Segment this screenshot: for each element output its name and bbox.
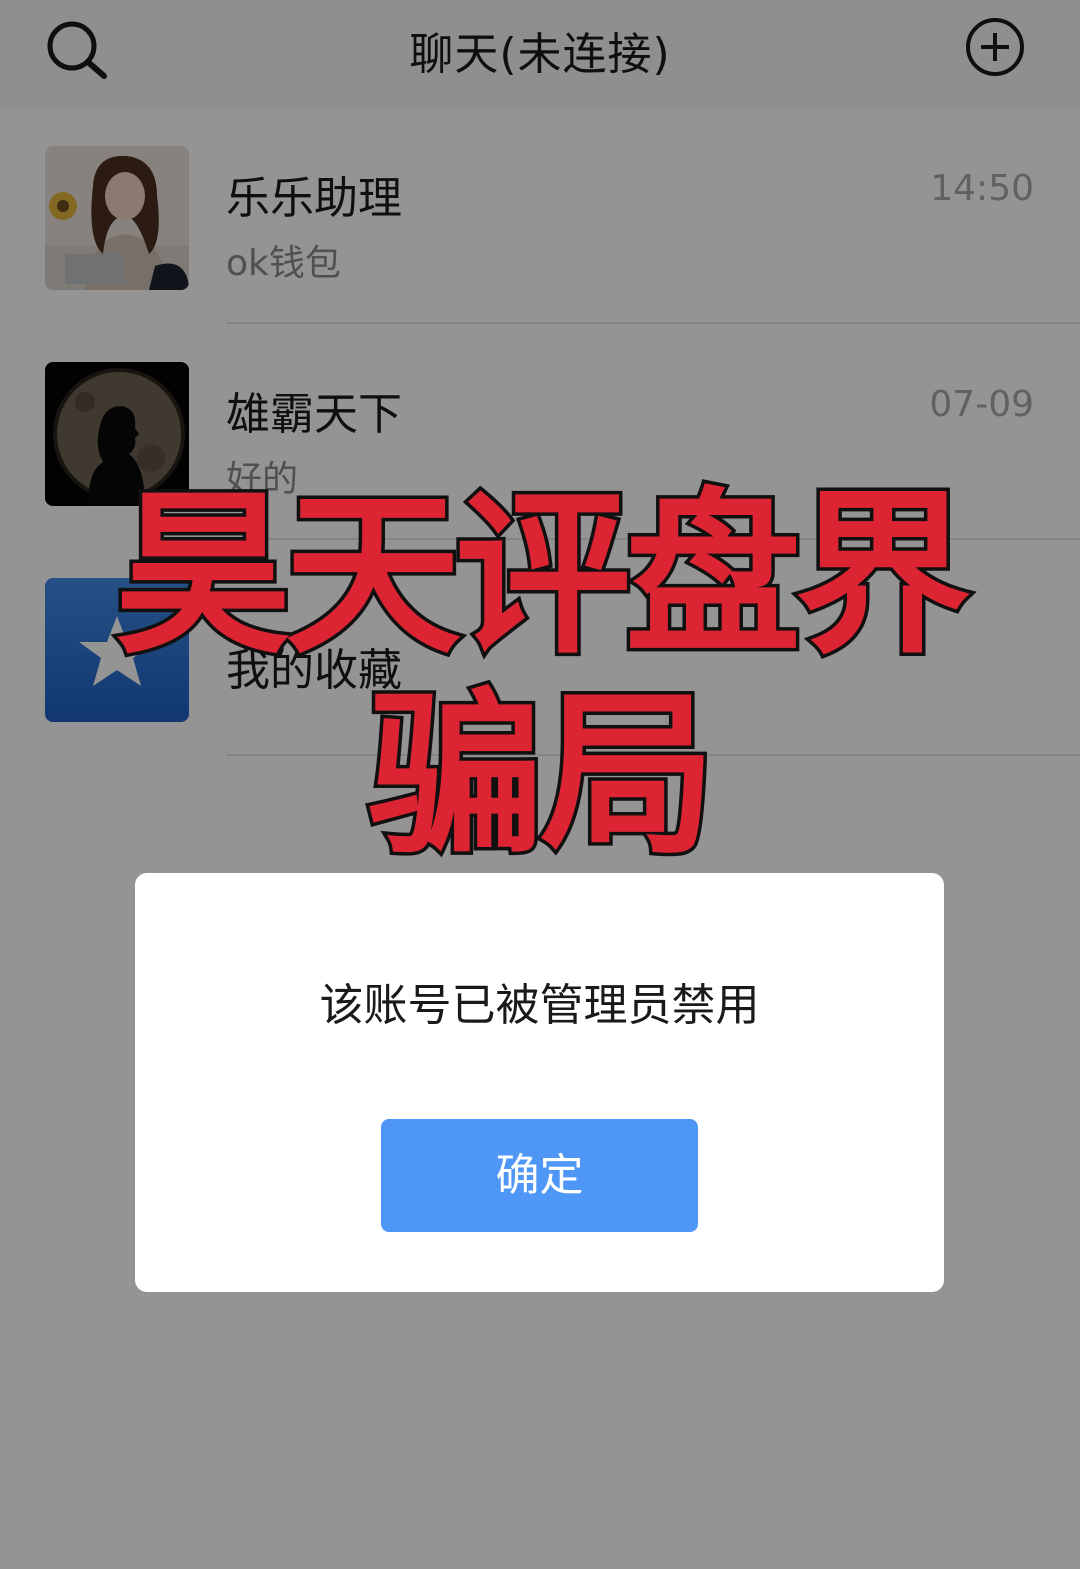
app-screen: 聊天(未连接) 乐乐助理 ok钱包 14:50 雄霸天下 好的 07-09 我的… <box>0 0 1080 1569</box>
dialog-message: 该账号已被管理员禁用 <box>319 980 760 1031</box>
alert-dialog: 该账号已被管理员禁用 确定 <box>135 873 944 1292</box>
banner-title: 昊天评盘界 <box>111 473 974 678</box>
confirm-button[interactable]: 确定 <box>381 1119 698 1232</box>
banner-subtitle: 骗局 <box>364 673 719 878</box>
